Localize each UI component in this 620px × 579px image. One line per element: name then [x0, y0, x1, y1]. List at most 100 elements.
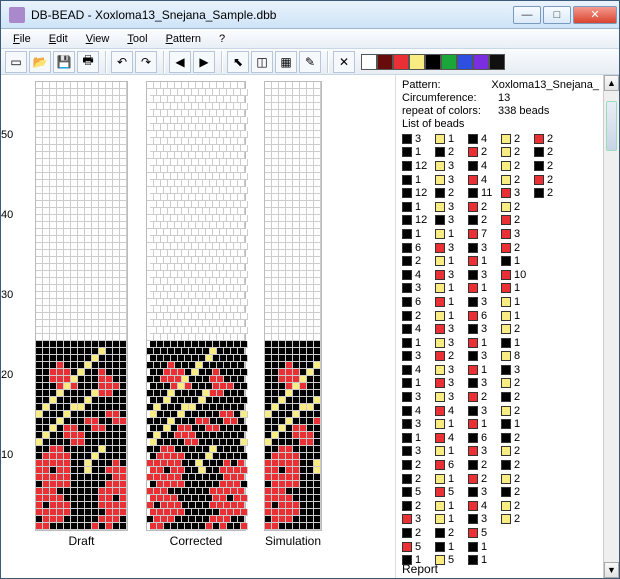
menu-view[interactable]: View [78, 31, 118, 47]
bead-count: 3 [415, 418, 429, 430]
bead-entry: 1 [402, 336, 429, 350]
bead-count: 2 [481, 201, 495, 213]
bead-entry: 1 [435, 254, 462, 268]
menu-edit[interactable]: Edit [41, 31, 76, 47]
bead-entry: 2 [501, 390, 528, 404]
bead-entry: 1 [501, 417, 528, 431]
bead-entry: 5 [468, 526, 495, 540]
next-button[interactable]: ▶ [193, 51, 215, 73]
palette-swatch-6[interactable] [457, 54, 473, 70]
fill-tool[interactable]: ▦ [275, 51, 297, 73]
scroll-thumb[interactable] [606, 101, 617, 151]
palette-swatch-3[interactable] [409, 54, 425, 70]
bead-count: 1 [514, 282, 528, 294]
bead-count: 3 [448, 174, 462, 186]
menu-file[interactable]: File [5, 31, 39, 47]
bead-swatch [435, 338, 445, 348]
bead-swatch [501, 406, 511, 416]
open-button[interactable]: 📂 [29, 51, 51, 73]
bead-swatch [468, 243, 478, 253]
bead-swatch [402, 351, 412, 361]
bead-entry: 2 [501, 445, 528, 459]
bead-entry: 1 [402, 227, 429, 241]
bead-swatch [468, 392, 478, 402]
scroll-down-button[interactable]: ▼ [604, 562, 619, 578]
palette-swatch-5[interactable] [441, 54, 457, 70]
bead-swatch [468, 175, 478, 185]
bead-count: 2 [448, 527, 462, 539]
grid-draft[interactable] [36, 82, 127, 530]
undo-button[interactable]: ↶ [111, 51, 133, 73]
bead-swatch [402, 392, 412, 402]
bead-swatch [468, 311, 478, 321]
bead-count: 2 [415, 255, 429, 267]
palette-swatch-1[interactable] [377, 54, 393, 70]
bead-entry: 2 [435, 526, 462, 540]
bead-count: 2 [481, 459, 495, 471]
bead-swatch [435, 229, 445, 239]
bead-count: 1 [514, 255, 528, 267]
bead-swatch [468, 270, 478, 280]
palette-swatch-2[interactable] [393, 54, 409, 70]
clear-button[interactable]: ✕ [333, 51, 355, 73]
bead-entry: 2 [402, 472, 429, 486]
bead-count: 2 [514, 323, 528, 335]
grid-corrected[interactable] [147, 82, 245, 530]
pattern-area: 5040302010 Draft Corrected Simulation [1, 75, 395, 578]
bead-swatch [468, 338, 478, 348]
bead-swatch [534, 188, 544, 198]
bead-count: 3 [415, 350, 429, 362]
palette-swatch-8[interactable] [489, 54, 505, 70]
bead-entry: 2 [501, 214, 528, 228]
eyedropper-tool[interactable]: ✎ [299, 51, 321, 73]
save-button[interactable]: 💾 [53, 51, 75, 73]
scroll-up-button[interactable]: ▲ [604, 75, 619, 91]
menu-tool[interactable]: Tool [119, 31, 155, 47]
minimize-button[interactable]: — [513, 6, 541, 24]
separator [221, 51, 223, 73]
bead-entry: 3 [435, 159, 462, 173]
bead-count: 1 [448, 310, 462, 322]
bead-count: 2 [514, 459, 528, 471]
palette-swatch-0[interactable] [361, 54, 377, 70]
bead-count: 5 [448, 486, 462, 498]
row-ruler: 5040302010 [1, 81, 35, 578]
new-button[interactable]: ▭ [5, 51, 27, 73]
bead-swatch [435, 460, 445, 470]
bead-count: 2 [481, 473, 495, 485]
menu-help[interactable]: ? [211, 31, 233, 47]
bead-entry: 1 [468, 254, 495, 268]
bead-entry: 2 [402, 254, 429, 268]
vertical-scrollbar[interactable]: ▲ ▼ [603, 75, 619, 578]
bead-swatch [435, 297, 445, 307]
bead-count: 2 [547, 174, 561, 186]
col-corrected: Corrected [146, 81, 246, 578]
bead-entry: 3 [468, 241, 495, 255]
bead-count: 2 [514, 405, 528, 417]
bead-swatch [501, 392, 511, 402]
redo-button[interactable]: ↷ [135, 51, 157, 73]
bead-entry: 3 [468, 322, 495, 336]
bead-count: 2 [415, 310, 429, 322]
bead-count: 1 [415, 201, 429, 213]
menu-pattern[interactable]: Pattern [158, 31, 209, 47]
bead-entry: 7 [468, 227, 495, 241]
print-button[interactable]: 🖶 [77, 51, 99, 73]
select-tool[interactable]: ◫ [251, 51, 273, 73]
bead-count: 2 [514, 377, 528, 389]
titlebar: DB-BEAD - Xoxloma13_Snejana_Sample.dbb —… [1, 1, 619, 29]
pointer-tool[interactable]: ⬉ [227, 51, 249, 73]
bead-entry: 3 [468, 513, 495, 527]
bead-swatch [468, 188, 478, 198]
grid-simulation[interactable] [265, 82, 321, 530]
bead-swatch [534, 161, 544, 171]
bead-swatch [468, 419, 478, 429]
palette-swatch-4[interactable] [425, 54, 441, 70]
palette-swatch-7[interactable] [473, 54, 489, 70]
prev-button[interactable]: ◀ [169, 51, 191, 73]
close-button[interactable]: ✕ [573, 6, 617, 24]
maximize-button[interactable]: □ [543, 6, 571, 24]
bead-swatch [402, 528, 412, 538]
bead-count: 3 [481, 445, 495, 457]
bead-count: 4 [448, 405, 462, 417]
